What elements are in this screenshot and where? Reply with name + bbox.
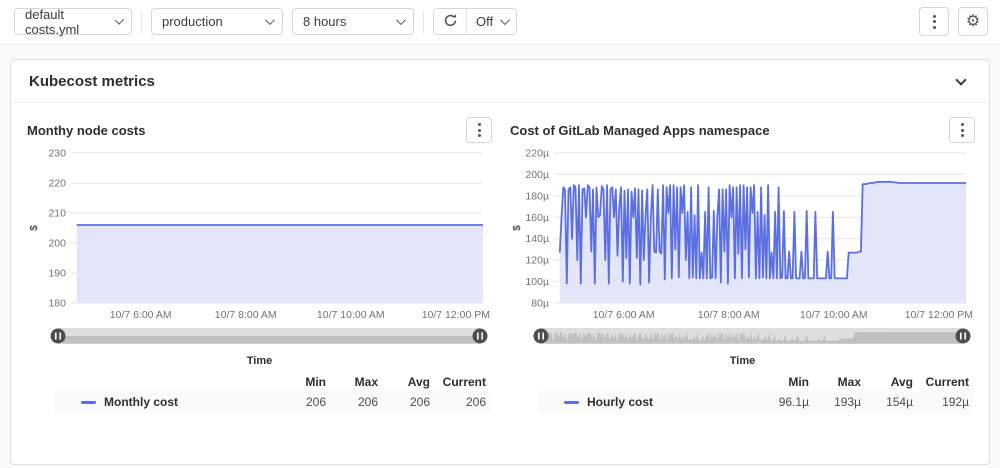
chart-menu-button[interactable]: [466, 117, 492, 143]
svg-text:180: 180: [48, 298, 66, 310]
series-max: 193µ: [809, 395, 861, 409]
kubecost-metrics-panel: Kubecost metrics Monthy node costs 230 22…: [10, 59, 990, 465]
svg-text:160µ: 160µ: [525, 212, 549, 224]
auto-refresh-value: Off: [476, 14, 493, 29]
x-axis-label: Time: [25, 355, 494, 367]
kebab-menu-icon: [478, 123, 481, 137]
svg-text:190: 190: [48, 268, 66, 280]
environment-select-value: production: [162, 14, 223, 29]
time-range-select[interactable]: 8 hours: [292, 8, 414, 35]
series-min: 206: [274, 395, 326, 409]
auto-refresh-dropdown[interactable]: Off: [467, 9, 516, 34]
svg-text:220µ: 220µ: [525, 148, 549, 160]
dashboard-select-value: default costs.yml: [25, 7, 105, 37]
svg-text:230: 230: [48, 148, 66, 160]
chart-gitlab-managed-apps-cost: Cost of GitLab Managed Apps namespace 22…: [508, 113, 977, 413]
chart-title: Monthy node costs: [27, 123, 145, 138]
panel-title: Kubecost metrics: [29, 73, 155, 90]
chevron-down-icon: [115, 16, 124, 25]
chart-zoom-brush[interactable]: [532, 326, 972, 346]
dashboard-select[interactable]: default costs.yml: [14, 8, 132, 35]
legend-series-row[interactable]: Monthly cost 206 206 206 206: [55, 391, 490, 413]
series-current: 192µ: [913, 395, 969, 409]
legend-header-max: Max: [326, 375, 378, 389]
chevron-down-icon: [396, 15, 406, 25]
svg-text:10/7 8:00 AM: 10/7 8:00 AM: [698, 309, 760, 321]
svg-text:120µ: 120µ: [525, 255, 549, 267]
chevron-down-icon: [265, 15, 275, 25]
series-min: 96.1µ: [757, 395, 809, 409]
metrics-settings-button[interactable]: ⚙: [958, 7, 988, 36]
legend-series-row[interactable]: Hourly cost 96.1µ 193µ 154µ 192µ: [538, 391, 973, 413]
svg-text:10/7 6:00 AM: 10/7 6:00 AM: [593, 309, 655, 321]
chart-monthly-node-costs: Monthy node costs 230 220 210 200 190 180 10/7…: [25, 113, 494, 413]
time-range-select-value: 8 hours: [303, 14, 346, 29]
svg-text:10/7 6:00 AM: 10/7 6:00 AM: [110, 309, 172, 321]
gear-icon: ⚙: [966, 14, 980, 30]
svg-text:220: 220: [48, 178, 66, 190]
series-avg: 206: [378, 395, 430, 409]
kebab-menu-icon: [933, 15, 936, 29]
chart-legend: Min Max Avg Current Monthly cost 206 206…: [55, 373, 490, 413]
svg-text:$: $: [28, 225, 40, 231]
legend-header-min: Min: [274, 375, 326, 389]
legend-header-max: Max: [809, 375, 861, 389]
svg-text:100µ: 100µ: [525, 276, 549, 288]
line-chart: 230 220 210 200 190 180 10/7 6:00 AM 10/7 8:00 …: [25, 143, 493, 321]
svg-text:200µ: 200µ: [525, 169, 549, 181]
toolbar-divider: [423, 11, 424, 33]
charts-row: Monthy node costs 230 220 210 200 190 180 10/7…: [11, 103, 989, 413]
legend-header-min: Min: [757, 375, 809, 389]
svg-text:200: 200: [48, 238, 66, 250]
svg-text:10/7 8:00 AM: 10/7 8:00 AM: [215, 309, 277, 321]
svg-text:140µ: 140µ: [525, 233, 549, 245]
refresh-group: Off: [433, 8, 517, 35]
svg-text:180µ: 180µ: [525, 190, 549, 202]
series-avg: 154µ: [861, 395, 913, 409]
svg-text:10/7 10:00 AM: 10/7 10:00 AM: [317, 309, 385, 321]
series-swatch: [564, 401, 579, 404]
svg-text:210: 210: [48, 208, 66, 220]
chart-menu-button[interactable]: [949, 117, 975, 143]
svg-text:$: $: [511, 225, 523, 231]
series-label: Hourly cost: [587, 395, 653, 409]
refresh-icon: [443, 13, 458, 31]
series-label: Monthly cost: [104, 395, 178, 409]
chart-zoom-brush[interactable]: [49, 326, 489, 346]
x-axis-label: Time: [508, 355, 977, 367]
legend-header-current: Current: [430, 375, 486, 389]
legend-header-avg: Avg: [378, 375, 430, 389]
series-max: 206: [326, 395, 378, 409]
line-chart: 220µ 200µ 180µ 160µ 140µ 120µ 100µ 80µ 10/7 6:00…: [508, 143, 976, 321]
metrics-toolbar: default costs.yml production 8 hours Off…: [0, 0, 1000, 45]
chart-legend: Min Max Avg Current Hourly cost 96.1µ 19…: [538, 373, 973, 413]
svg-text:10/7 10:00 AM: 10/7 10:00 AM: [800, 309, 868, 321]
legend-header-avg: Avg: [861, 375, 913, 389]
series-current: 206: [430, 395, 486, 409]
svg-text:10/7 12:00 PM: 10/7 12:00 PM: [905, 309, 973, 321]
kebab-menu-icon: [961, 123, 964, 137]
legend-header-current: Current: [913, 375, 969, 389]
collapse-chevron-icon: [955, 74, 966, 85]
refresh-button[interactable]: [434, 9, 467, 34]
svg-text:10/7 12:00 PM: 10/7 12:00 PM: [422, 309, 490, 321]
chevron-down-icon: [500, 15, 510, 25]
chart-title: Cost of GitLab Managed Apps namespace: [510, 123, 770, 138]
toolbar-divider: [141, 11, 142, 33]
svg-text:80µ: 80µ: [531, 298, 549, 310]
environment-select[interactable]: production: [151, 8, 283, 35]
series-swatch: [81, 401, 96, 404]
dashboard-actions-button[interactable]: [919, 7, 949, 36]
panel-header-toggle[interactable]: Kubecost metrics: [11, 60, 989, 103]
